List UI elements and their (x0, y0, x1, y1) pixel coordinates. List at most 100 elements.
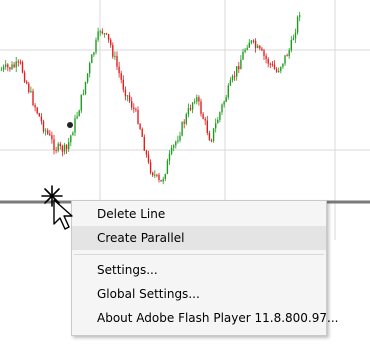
candle-body (32, 91, 34, 106)
line-anchor-dot (67, 122, 73, 128)
candle-body (128, 95, 131, 102)
candle-body (44, 130, 47, 132)
candle-body (63, 144, 66, 152)
candle-body (294, 32, 297, 39)
candle-body (158, 174, 160, 181)
candle-body (30, 91, 32, 93)
candle-body (110, 39, 112, 46)
candle-body (271, 64, 274, 66)
candle-body (76, 116, 78, 119)
candle-body (40, 116, 43, 122)
candle-body (242, 51, 244, 60)
candle-body (23, 72, 26, 82)
candle-body (189, 108, 192, 110)
candle-body (263, 50, 265, 56)
candle-body (15, 61, 17, 68)
candle-body (240, 59, 242, 70)
candle-body (5, 64, 7, 67)
candle-body (49, 133, 51, 136)
candle-body (290, 39, 292, 51)
menu-item-delete-line[interactable]: Delete Line (72, 202, 326, 226)
candle-body (160, 180, 162, 182)
candle-body (162, 178, 164, 182)
candle-body (198, 97, 200, 102)
candle-body (114, 55, 116, 57)
candle-body (236, 66, 238, 77)
candle-body (183, 122, 185, 124)
menu-item-create-parallel[interactable]: Create Parallel (72, 226, 326, 250)
candle-body (233, 75, 236, 77)
candle-body (206, 120, 208, 133)
candle-body (0, 69, 3, 71)
candle-body (187, 108, 190, 115)
candle-body (299, 15, 301, 17)
candle-body (65, 144, 68, 150)
candle-body (34, 105, 36, 108)
candle-body (103, 33, 106, 35)
candle-body (101, 31, 103, 34)
candle-body (122, 79, 124, 90)
candle-body (28, 83, 30, 92)
candle-body (51, 135, 53, 140)
candle-body (280, 66, 282, 72)
candle-body (179, 135, 181, 141)
candle-body (141, 128, 143, 137)
candle-body (152, 172, 154, 176)
candle-body (137, 109, 139, 124)
candle-body (166, 160, 169, 175)
candle-body (17, 61, 19, 63)
candle-body (53, 139, 55, 151)
candle-body (72, 132, 74, 136)
candle-body (147, 154, 150, 163)
candle-body (215, 123, 217, 129)
candle-body (168, 153, 171, 161)
candle-body (254, 40, 257, 48)
candle-body (175, 141, 177, 146)
candle-body (68, 142, 70, 150)
candle-body (57, 143, 59, 151)
candle-body (19, 61, 22, 63)
candle-body (275, 69, 278, 72)
candle-body (261, 48, 263, 51)
candle-body (120, 73, 122, 80)
menu-item-settings[interactable]: Settings... (72, 258, 326, 282)
candle-body (248, 42, 250, 48)
candle-body (200, 101, 202, 114)
candle-body (7, 64, 9, 68)
candle-body (97, 31, 99, 40)
candle-body (252, 40, 255, 42)
menu-separator (74, 254, 324, 255)
candle-body (93, 52, 95, 55)
candle-body (118, 66, 120, 74)
candle-body (273, 64, 276, 70)
candle-body (292, 38, 295, 40)
candle-body (86, 73, 89, 82)
candle-body (238, 66, 240, 70)
candle-body (227, 85, 229, 98)
candle-body (112, 45, 114, 57)
candle-body (61, 146, 64, 152)
candle-body (288, 50, 290, 57)
menu-item-global-settings[interactable]: Global Settings... (72, 282, 326, 306)
candle-body (2, 66, 5, 70)
candle-body (131, 101, 133, 108)
crosshair-arrow-cursor-icon (41, 185, 73, 230)
candle-body (250, 40, 253, 43)
candle-body (259, 45, 261, 49)
candle-body (231, 75, 234, 81)
candle-body (202, 113, 204, 119)
candle-body (9, 67, 11, 70)
candle-body (149, 162, 152, 173)
candle-body (177, 140, 179, 142)
context-menu: Delete Line Create Parallel Settings... … (71, 200, 338, 336)
candle-body (47, 130, 49, 134)
candle-body (89, 63, 91, 74)
candle-body (124, 89, 127, 97)
candle-body (244, 49, 246, 52)
candle-body (38, 113, 40, 117)
candle-body (217, 119, 219, 124)
candle-body (99, 31, 101, 33)
candle-body (229, 80, 232, 86)
candle-body (223, 101, 225, 105)
menu-item-about-flash-player[interactable]: About Adobe Flash Player 11.8.800.97... (72, 306, 338, 330)
